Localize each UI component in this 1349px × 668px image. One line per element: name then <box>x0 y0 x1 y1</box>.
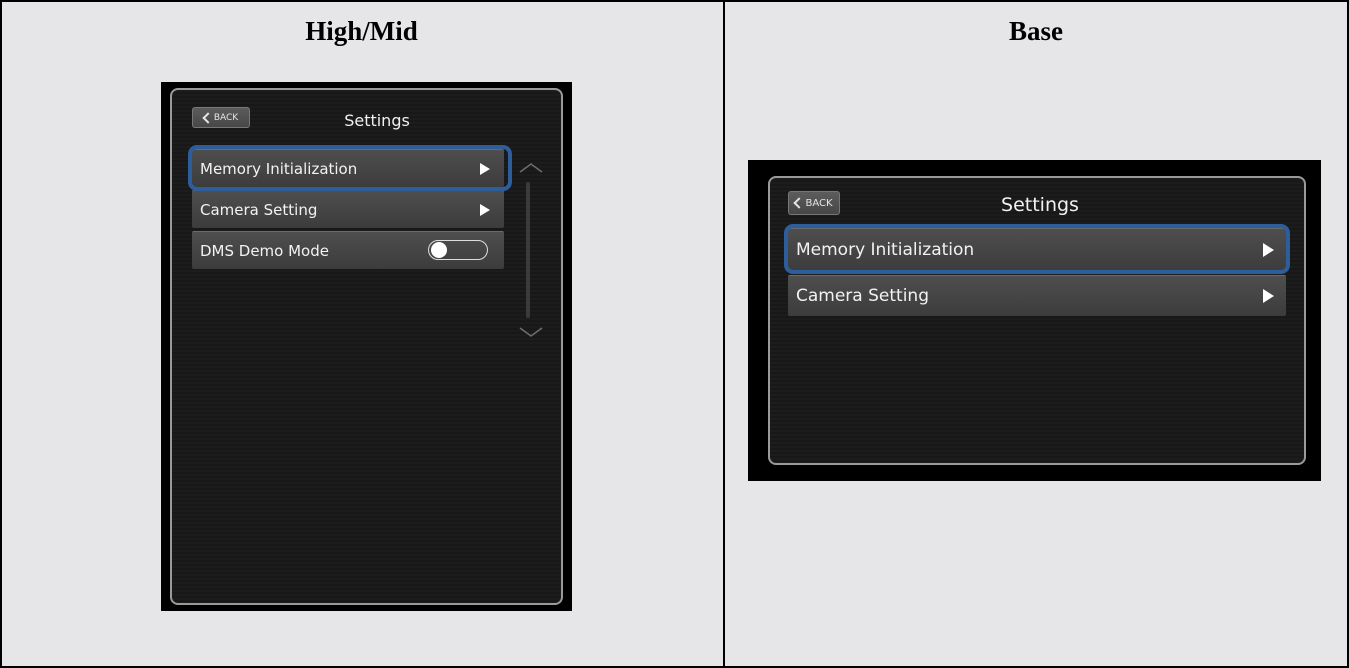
settings-panel: BACK Settings Memory Initialization Came… <box>170 88 563 605</box>
chevron-left-icon <box>793 197 806 209</box>
column-title-base: Base <box>1009 16 1063 46</box>
arrow-right-icon <box>1263 289 1274 303</box>
selection-highlight <box>784 224 1290 274</box>
page-title: Settings <box>344 111 410 130</box>
dms-demo-mode-toggle[interactable] <box>428 240 488 260</box>
arrow-right-icon <box>480 203 490 216</box>
chevron-left-icon <box>202 111 214 124</box>
high-mid-screen: BACK Settings Memory Initialization Came… <box>161 82 572 611</box>
selection-highlight <box>188 145 512 191</box>
menu-item-label: Camera Setting <box>796 286 929 306</box>
back-button[interactable]: BACK <box>788 191 840 215</box>
menu-item-camera-setting[interactable]: Camera Setting <box>788 275 1286 316</box>
back-button[interactable]: BACK <box>192 107 250 128</box>
back-button-label: BACK <box>805 197 833 209</box>
page-title: Settings <box>1001 194 1079 216</box>
column-divider <box>723 0 725 668</box>
settings-panel: BACK Settings Memory Initialization Came… <box>768 176 1306 465</box>
back-button-label: BACK <box>213 112 239 123</box>
scrollbar-track[interactable] <box>526 182 530 318</box>
base-screen: BACK Settings Memory Initialization Came… <box>748 160 1321 481</box>
scroll-down-icon[interactable] <box>518 326 544 338</box>
menu-item-camera-setting[interactable]: Camera Setting <box>192 190 504 228</box>
scroll-up-icon[interactable] <box>518 162 544 174</box>
toggle-knob <box>431 242 447 258</box>
column-title-high-mid: High/Mid <box>305 16 418 46</box>
menu-item-label: Camera Setting <box>200 200 318 219</box>
